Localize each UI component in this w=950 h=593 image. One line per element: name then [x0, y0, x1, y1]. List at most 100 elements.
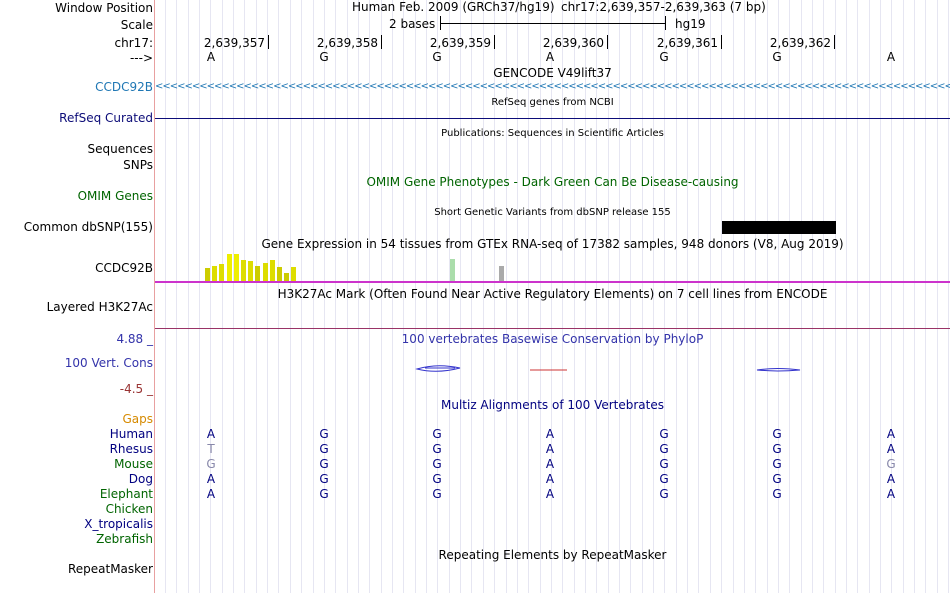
aligned-base: A: [886, 442, 896, 456]
conservation-plot[interactable]: [155, 355, 950, 385]
label-layered-h3k27ac[interactable]: Layered H3K27Ac: [47, 300, 153, 314]
aligned-base: A: [545, 427, 555, 441]
aligned-base: G: [432, 457, 442, 471]
gtex-tissue-bar[interactable]: [450, 259, 455, 281]
aligned-base: G: [319, 427, 329, 441]
gtex-tissue-bar[interactable]: [291, 267, 297, 281]
aligned-base: G: [659, 427, 669, 441]
gtex-tissue-bar[interactable]: [248, 261, 254, 281]
gtex-tissue-bar[interactable]: [499, 266, 504, 281]
repeatmasker-track-title: Repeating Elements by RepeatMasker: [438, 548, 667, 562]
gtex-tissue-bar[interactable]: [255, 266, 261, 281]
reference-base: G: [772, 50, 782, 64]
gtex-tissue-bar[interactable]: [277, 267, 282, 281]
species-label-rhesus[interactable]: Rhesus: [110, 442, 153, 456]
gtex-tissue-bar[interactable]: [226, 254, 232, 281]
aligned-base: A: [545, 457, 555, 471]
ruler-tick: [834, 35, 835, 49]
aligned-base: G: [432, 442, 442, 456]
label-gencode-gene[interactable]: CCDC92B: [95, 80, 153, 94]
aligned-base: A: [206, 472, 216, 486]
ruler-tick: [381, 35, 382, 49]
refseq-gene-feature[interactable]: [155, 118, 950, 119]
gtex-tissue-bar[interactable]: [262, 263, 268, 281]
gtex-tissue-bar[interactable]: [219, 264, 225, 281]
dbsnp-variant-block[interactable]: [722, 221, 836, 234]
aligned-base: A: [886, 427, 896, 441]
label-repeatmasker[interactable]: RepeatMasker: [68, 562, 153, 576]
aligned-base: G: [319, 487, 329, 501]
reference-base: G: [432, 50, 442, 64]
label-cons-max: 4.88 _: [116, 332, 153, 346]
aligned-base: G: [319, 457, 329, 471]
reference-base: G: [319, 50, 329, 64]
label-omim-genes[interactable]: OMIM Genes: [78, 189, 153, 203]
reference-base: A: [206, 50, 216, 64]
label-cons-min: -4.5 _: [119, 382, 153, 396]
ruler-position-label: 2,639,357: [203, 36, 265, 50]
label-gtex-gene[interactable]: CCDC92B: [95, 261, 153, 275]
gencode-track-title: GENCODE V49lift37: [493, 66, 612, 80]
gtex-baseline: [155, 281, 950, 283]
aligned-base: A: [545, 442, 555, 456]
gtex-tissue-bar[interactable]: [212, 266, 218, 281]
species-label-x_tropicalis[interactable]: X_tropicalis: [84, 517, 153, 531]
gtex-tissue-bar[interactable]: [205, 268, 210, 281]
aligned-base: A: [545, 472, 555, 486]
species-label-mouse[interactable]: Mouse: [114, 457, 153, 471]
label-snps[interactable]: SNPs: [123, 158, 153, 172]
gencode-gene-feature[interactable]: <<<<<<<<<<<<<<<<<<<<<<<<<<<<<<<<<<<<<<<<…: [155, 80, 950, 94]
aligned-base: G: [772, 442, 782, 456]
reference-base: A: [545, 50, 555, 64]
ruler-tick: [494, 35, 495, 49]
gtex-tissue-bar[interactable]: [284, 273, 290, 281]
species-label-human[interactable]: Human: [110, 427, 153, 441]
species-label-chicken[interactable]: Chicken: [106, 502, 153, 516]
label-common-dbsnp[interactable]: Common dbSNP(155): [24, 220, 153, 234]
label-gaps[interactable]: Gaps: [122, 412, 153, 426]
species-label-zebrafish[interactable]: Zebrafish: [96, 532, 153, 546]
aligned-base: A: [886, 472, 896, 486]
ruler-position-label: 2,639,358: [316, 36, 378, 50]
h3k27ac-baseline: [155, 328, 950, 329]
aligned-base: G: [772, 427, 782, 441]
publications-track-title: Publications: Sequences in Scientific Ar…: [441, 128, 664, 139]
label-strand-arrow[interactable]: --->: [130, 51, 153, 65]
refseq-track-title: RefSeq genes from NCBI: [491, 97, 614, 108]
aligned-base: A: [206, 427, 216, 441]
ruler-position-label: 2,639,359: [429, 36, 491, 50]
label-sequences[interactable]: Sequences: [88, 142, 153, 156]
label-chromosome: chr17:: [114, 36, 153, 50]
scale-db-label: hg19: [675, 17, 706, 31]
ruler-position-label: 2,639,360: [542, 36, 604, 50]
aligned-base: G: [432, 472, 442, 486]
label-refseq-curated[interactable]: RefSeq Curated: [59, 111, 153, 125]
gtex-tissue-bar[interactable]: [233, 254, 239, 281]
ruler-tick: [268, 35, 269, 49]
aligned-base: G: [886, 457, 896, 471]
gtex-tissue-bar[interactable]: [269, 260, 275, 281]
conservation-track-title: 100 vertebrates Basewise Conservation by…: [401, 332, 704, 346]
gtex-expression-chart[interactable]: [155, 252, 950, 282]
reference-base: A: [886, 50, 896, 64]
label-100-vert-cons[interactable]: 100 Vert. Cons: [65, 356, 153, 370]
aligned-base: A: [886, 487, 896, 501]
multiz-track-title: Multiz Alignments of 100 Vertebrates: [440, 398, 665, 412]
aligned-base: G: [206, 457, 216, 471]
reference-base: G: [659, 50, 669, 64]
label-scale: Scale: [120, 18, 153, 32]
aligned-base: G: [319, 442, 329, 456]
aligned-base: A: [545, 487, 555, 501]
scale-bar-label: 2 bases: [389, 17, 436, 31]
dbsnp-track-title: Short Genetic Variants from dbSNP releas…: [434, 207, 671, 218]
browser-track-area[interactable]: Human Feb. 2009 (GRCh37/hg19) chr17:2,63…: [155, 0, 950, 593]
assembly-title: Human Feb. 2009 (GRCh37/hg19): [352, 0, 555, 14]
label-window-position: Window Position: [55, 1, 153, 15]
gtex-tissue-bar[interactable]: [241, 260, 246, 281]
species-label-dog[interactable]: Dog: [129, 472, 153, 486]
ruler-position-label: 2,639,361: [656, 36, 718, 50]
h3k27ac-track-title: H3K27Ac Mark (Often Found Near Active Re…: [277, 287, 828, 301]
conservation-mark-4: [756, 368, 801, 372]
species-label-elephant[interactable]: Elephant: [100, 487, 153, 501]
ruler-tick: [607, 35, 608, 49]
